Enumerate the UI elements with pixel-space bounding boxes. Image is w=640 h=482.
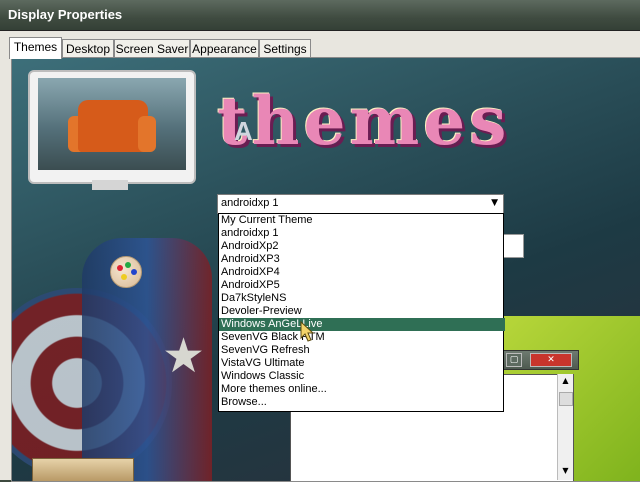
star-icon: ★ xyxy=(162,328,206,384)
palette-icon xyxy=(110,256,142,288)
dropdown-item[interactable]: My Current Theme xyxy=(219,214,505,227)
dropdown-item[interactable]: AndroidXp2 xyxy=(219,240,505,253)
title-bar[interactable]: Display Properties xyxy=(0,0,640,31)
theme-select-value: androidxp 1 xyxy=(221,197,279,209)
window-title: Display Properties xyxy=(8,7,123,22)
dropdown-item[interactable]: Browse... xyxy=(219,396,505,409)
chevron-down-icon[interactable]: ▼ xyxy=(491,198,498,208)
armchair-arm xyxy=(138,116,156,152)
dropdown-item[interactable]: Devoler-Preview xyxy=(219,305,505,318)
themes-tab-panel: ★ themes A ▢ ✕ ▲ ▼ androidxp 1 ▼ My Curr… xyxy=(11,57,640,482)
close-icon: ✕ xyxy=(530,353,572,367)
scroll-thumb[interactable] xyxy=(559,392,573,406)
save-as-field[interactable] xyxy=(502,234,524,258)
book-image xyxy=(32,458,134,481)
scroll-down-icon[interactable]: ▼ xyxy=(558,466,573,478)
dropdown-item[interactable]: AndroidXP4 xyxy=(219,266,505,279)
wallpaper-thumbnail xyxy=(38,78,186,170)
monitor-stand xyxy=(92,180,128,190)
paint-dot xyxy=(131,269,137,275)
mouse-pointer-icon xyxy=(300,321,314,342)
dropdown-item[interactable]: SevenVG Refresh xyxy=(219,344,505,357)
dropdown-item[interactable]: Da7kStyleNS xyxy=(219,292,505,305)
dropdown-item[interactable]: AndroidXP5 xyxy=(219,279,505,292)
tab-screen-saver[interactable]: Screen Saver xyxy=(114,39,190,58)
theme-select[interactable]: androidxp 1 ▼ xyxy=(217,194,504,214)
dropdown-item[interactable]: More themes online... xyxy=(219,383,505,396)
dropdown-item[interactable]: androidxp 1 xyxy=(219,227,505,240)
display-properties-dialog: Themes Desktop Screen Saver Appearance S… xyxy=(0,31,640,482)
helmet-letter: A xyxy=(234,116,253,146)
sample-scrollbar[interactable]: ▲ ▼ xyxy=(557,374,573,480)
paint-dot xyxy=(117,265,123,271)
theme-dropdown-list[interactable]: My Current Theme androidxp 1 AndroidXp2 … xyxy=(218,213,505,412)
dropdown-item[interactable]: SevenVG Black RTM xyxy=(219,331,505,344)
tab-desktop[interactable]: Desktop xyxy=(62,39,114,58)
paint-dot xyxy=(121,274,127,280)
paint-dot xyxy=(125,262,131,268)
maximize-icon: ▢ xyxy=(506,353,522,367)
tab-appearance[interactable]: Appearance xyxy=(190,39,259,58)
dropdown-item[interactable]: AndroidXP3 xyxy=(219,253,505,266)
sample-window-titlebar: ▢ ✕ xyxy=(499,350,579,370)
tab-settings[interactable]: Settings xyxy=(259,39,311,58)
monitor-preview xyxy=(28,70,196,184)
dropdown-item[interactable]: Windows Classic xyxy=(219,370,505,383)
dropdown-item-highlighted[interactable]: Windows AnGeLLive xyxy=(219,318,505,331)
tab-themes[interactable]: Themes xyxy=(9,37,62,59)
dropdown-item[interactable]: VistaVG Ultimate xyxy=(219,357,505,370)
themes-banner-text: themes xyxy=(217,82,511,160)
scroll-up-icon[interactable]: ▲ xyxy=(558,376,573,388)
